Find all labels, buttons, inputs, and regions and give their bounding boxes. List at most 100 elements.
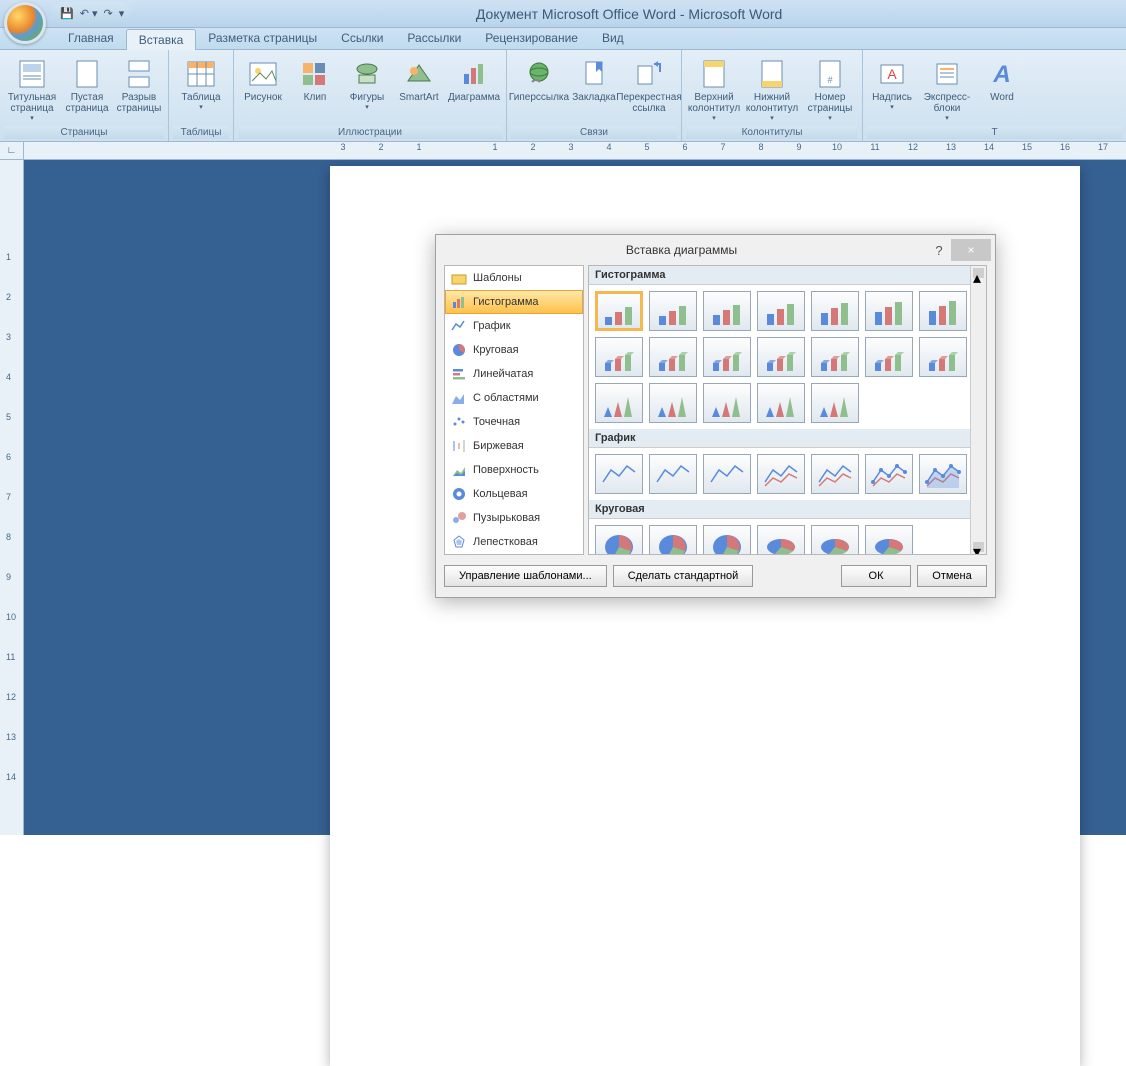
ruler-tick: 12 [894,142,932,152]
tab-references[interactable]: Ссылки [329,28,395,49]
category-item-7[interactable]: Биржевая [445,434,583,458]
set-default-button[interactable]: Сделать стандартной [613,565,754,587]
ruler-corner[interactable]: ∟ [0,142,24,160]
chart-thumb[interactable] [811,383,859,423]
chart-button[interactable]: Диаграмма [446,56,502,105]
manage-templates-button[interactable]: Управление шаблонами... [444,565,607,587]
picture-button[interactable]: Рисунок [238,56,288,105]
chart-thumb[interactable] [757,291,805,331]
dialog-close-button[interactable]: × [951,239,991,261]
tab-view[interactable]: Вид [590,28,636,49]
chart-thumb[interactable] [865,291,913,331]
chart-thumb[interactable] [757,525,805,555]
clipart-button[interactable]: Клип [290,56,340,105]
category-item-4[interactable]: Линейчатая [445,362,583,386]
ruler-tick: 8 [742,142,780,152]
chart-thumb[interactable] [703,383,751,423]
category-icon [451,366,467,382]
footer-button[interactable]: Нижний колонтитул▾ [744,56,800,124]
category-item-10[interactable]: Пузырьковая [445,506,583,530]
chart-thumb[interactable] [811,337,859,377]
category-label: Шаблоны [473,272,522,284]
chart-type-panel[interactable]: ГистограммаГрафикКруговая▴▾ [588,265,987,555]
page-break-button[interactable]: Разрыв страницы [114,56,164,116]
chart-thumb[interactable] [649,291,697,331]
group-tables: Таблица▾ Таблицы [169,50,234,141]
chart-thumb[interactable] [649,454,697,494]
chart-thumb[interactable] [595,525,643,555]
group-links: Гиперссылка Закладка Перекрестная ссылка… [507,50,682,141]
category-label: С областями [473,392,539,404]
cancel-button[interactable]: Отмена [917,565,987,587]
chart-thumb[interactable] [811,525,859,555]
chart-thumb[interactable] [703,454,751,494]
quick-parts-button[interactable]: Экспресс-блоки▾ [919,56,975,124]
category-item-2[interactable]: График [445,314,583,338]
qat-dropdown-icon[interactable]: ▾ [119,7,125,20]
ruler-tick: 16 [1046,142,1084,152]
chart-thumb[interactable] [757,383,805,423]
chart-thumb[interactable] [811,454,859,494]
category-item-11[interactable]: Лепестковая [445,530,583,554]
chart-thumb[interactable] [919,291,967,331]
chart-thumb[interactable] [595,454,643,494]
category-item-9[interactable]: Кольцевая [445,482,583,506]
category-item-0[interactable]: Шаблоны [445,266,583,290]
chart-thumb[interactable] [595,291,643,331]
dialog-help-button[interactable]: ? [927,243,951,258]
chart-thumb[interactable] [595,337,643,377]
chart-thumb[interactable] [865,525,913,555]
redo-icon[interactable]: ↷ [104,7,113,20]
page-number-button[interactable]: # Номер страницы▾ [802,56,858,124]
chart-thumb[interactable] [703,291,751,331]
chart-thumb[interactable] [595,383,643,423]
dialog-header[interactable]: Вставка диаграммы ? × [436,235,995,265]
smartart-button[interactable]: SmartArt [394,56,444,105]
chart-thumb[interactable] [919,454,967,494]
cross-reference-button[interactable]: Перекрестная ссылка [621,56,677,116]
chart-thumb[interactable] [649,337,697,377]
category-label: Точечная [473,416,520,428]
hyperlink-button[interactable]: Гиперссылка [511,56,567,105]
category-item-8[interactable]: Поверхность [445,458,583,482]
header-button[interactable]: Верхний колонтитул▾ [686,56,742,124]
tab-review[interactable]: Рецензирование [473,28,590,49]
category-item-1[interactable]: Гистограмма [445,290,583,314]
chart-category-list[interactable]: Шаблоны ГистограммаГрафикКруговаяЛинейчат… [444,265,584,555]
horizontal-ruler[interactable]: 3211234567891011121314151617 [24,142,1126,160]
chart-thumb[interactable] [811,291,859,331]
chart-thumb[interactable] [757,454,805,494]
cover-page-button[interactable]: Титульная страница▾ [4,56,60,124]
chart-thumb[interactable] [865,454,913,494]
tab-mailings[interactable]: Рассылки [395,28,473,49]
textbox-button[interactable]: A Надпись▾ [867,56,917,113]
scrollbar[interactable]: ▴▾ [970,266,986,554]
ok-button[interactable]: ОК [841,565,911,587]
table-icon [185,58,217,90]
chart-thumb[interactable] [649,383,697,423]
office-button[interactable] [4,2,46,44]
vertical-ruler[interactable]: 1234567891011121314 [0,160,24,835]
table-button[interactable]: Таблица▾ [173,56,229,113]
tab-page-layout[interactable]: Разметка страницы [196,28,329,49]
category-item-6[interactable]: Точечная [445,410,583,434]
chart-thumb[interactable] [649,525,697,555]
undo-icon[interactable]: ↶ ▾ [80,7,98,20]
hyperlink-icon [523,58,555,90]
chart-thumb[interactable] [703,337,751,377]
chart-thumb[interactable] [757,337,805,377]
chart-thumb[interactable] [865,337,913,377]
save-icon[interactable]: 💾 [60,7,74,20]
bookmark-button[interactable]: Закладка [569,56,619,105]
category-item-3[interactable]: Круговая [445,338,583,362]
category-item-5[interactable]: С областями [445,386,583,410]
blank-page-button[interactable]: Пустая страница [62,56,112,116]
wordart-button[interactable]: A Word [977,56,1027,105]
tab-home[interactable]: Главная [56,28,126,49]
tab-insert[interactable]: Вставка [126,29,197,50]
group-illustrations: Рисунок Клип Фигуры▾ SmartArt Диаграмма … [234,50,507,141]
shapes-button[interactable]: Фигуры▾ [342,56,392,113]
chart-thumb[interactable] [703,525,751,555]
window-title: Документ Microsoft Office Word - Microso… [132,6,1126,22]
chart-thumb[interactable] [919,337,967,377]
